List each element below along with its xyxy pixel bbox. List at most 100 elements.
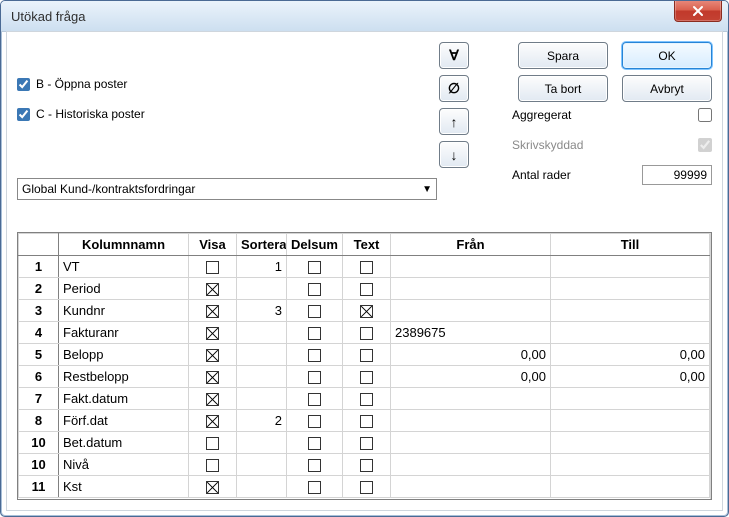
query-combo[interactable]: Global Kund-/kontraktsfordringar ▼ [17, 178, 437, 200]
cell-name[interactable]: Förf.dat [59, 410, 189, 432]
table-row[interactable]: 2Period [19, 278, 710, 300]
cell-text[interactable] [343, 278, 391, 300]
check-historic-posts-box[interactable] [17, 108, 30, 121]
cell-from[interactable] [391, 410, 551, 432]
cell-name[interactable]: Kst [59, 476, 189, 498]
cell-from[interactable] [391, 432, 551, 454]
cell-name[interactable]: Period [59, 278, 189, 300]
header-to[interactable]: Till [551, 234, 710, 256]
grid-checkbox[interactable] [360, 261, 373, 274]
cell-sortera[interactable]: 3 [237, 300, 287, 322]
scroll-down-button[interactable]: ▼ [711, 482, 712, 499]
cell-visa[interactable] [189, 476, 237, 498]
grid-checkbox[interactable] [360, 327, 373, 340]
cell-from[interactable] [391, 300, 551, 322]
grid-checkbox[interactable] [206, 371, 219, 384]
check-historic-posts[interactable]: C - Historiska poster [17, 106, 145, 122]
select-all-button[interactable]: ∀ [439, 42, 469, 69]
cell-from[interactable] [391, 388, 551, 410]
cell-sortera[interactable] [237, 432, 287, 454]
grid-checkbox[interactable] [308, 459, 321, 472]
cell-to[interactable] [551, 278, 710, 300]
move-down-button[interactable]: ↓ [439, 141, 469, 168]
cell-delsum[interactable] [287, 300, 343, 322]
header-delsum[interactable]: Delsum [287, 234, 343, 256]
cell-to[interactable]: 0,00 [551, 366, 710, 388]
scroll-thumb[interactable] [711, 250, 712, 310]
row-number[interactable]: 2 [19, 278, 59, 300]
grid-checkbox[interactable] [308, 437, 321, 450]
cell-to[interactable] [551, 476, 710, 498]
grid-checkbox[interactable] [360, 459, 373, 472]
move-up-button[interactable]: ↑ [439, 108, 469, 135]
table-row[interactable]: 6Restbelopp0,000,00 [19, 366, 710, 388]
grid-checkbox[interactable] [360, 437, 373, 450]
cell-from[interactable]: 2389675 [391, 322, 551, 344]
grid-checkbox[interactable] [308, 481, 321, 494]
check-open-posts-box[interactable] [17, 78, 30, 91]
cell-to[interactable] [551, 454, 710, 476]
cell-from[interactable] [391, 476, 551, 498]
row-number[interactable]: 11 [19, 476, 59, 498]
grid-checkbox[interactable] [206, 283, 219, 296]
cell-sortera[interactable] [237, 344, 287, 366]
table-row[interactable]: 8Förf.dat2 [19, 410, 710, 432]
option-rowcount-input[interactable] [642, 165, 712, 185]
cell-visa[interactable] [189, 454, 237, 476]
grid-checkbox[interactable] [360, 283, 373, 296]
cell-delsum[interactable] [287, 344, 343, 366]
grid-checkbox[interactable] [206, 459, 219, 472]
cell-visa[interactable] [189, 432, 237, 454]
cell-sortera[interactable] [237, 388, 287, 410]
cell-delsum[interactable] [287, 432, 343, 454]
grid-checkbox[interactable] [308, 415, 321, 428]
ok-button[interactable]: OK [622, 42, 712, 69]
cell-sortera[interactable]: 2 [237, 410, 287, 432]
table-row[interactable]: 4Fakturanr2389675 [19, 322, 710, 344]
cell-sortera[interactable] [237, 454, 287, 476]
cell-delsum[interactable] [287, 278, 343, 300]
cell-name[interactable]: Bet.datum [59, 432, 189, 454]
grid-checkbox[interactable] [206, 415, 219, 428]
cell-to[interactable] [551, 410, 710, 432]
header-visa[interactable]: Visa [189, 234, 237, 256]
row-number[interactable]: 10 [19, 432, 59, 454]
cell-name[interactable]: Restbelopp [59, 366, 189, 388]
save-button[interactable]: Spara [518, 42, 608, 69]
cell-visa[interactable] [189, 278, 237, 300]
option-aggregate-check[interactable] [698, 108, 712, 122]
cell-name[interactable]: Fakt.datum [59, 388, 189, 410]
grid-checkbox[interactable] [206, 327, 219, 340]
cell-delsum[interactable] [287, 256, 343, 278]
row-number[interactable]: 5 [19, 344, 59, 366]
cell-delsum[interactable] [287, 454, 343, 476]
cell-text[interactable] [343, 388, 391, 410]
grid-checkbox[interactable] [206, 393, 219, 406]
cell-sortera[interactable] [237, 366, 287, 388]
cell-text[interactable] [343, 410, 391, 432]
grid-checkbox[interactable] [308, 327, 321, 340]
cell-from[interactable]: 0,00 [391, 366, 551, 388]
cell-from[interactable] [391, 256, 551, 278]
cell-text[interactable] [343, 454, 391, 476]
cell-text[interactable] [343, 256, 391, 278]
grid-checkbox[interactable] [206, 437, 219, 450]
select-none-button[interactable]: ∅ [439, 75, 469, 102]
header-text[interactable]: Text [343, 234, 391, 256]
grid-checkbox[interactable] [308, 371, 321, 384]
table-row[interactable]: 1VT1 [19, 256, 710, 278]
cell-visa[interactable] [189, 344, 237, 366]
grid-checkbox[interactable] [360, 393, 373, 406]
grid-checkbox[interactable] [308, 305, 321, 318]
cell-from[interactable]: 0,00 [391, 344, 551, 366]
cell-sortera[interactable] [237, 322, 287, 344]
row-number[interactable]: 10 [19, 454, 59, 476]
cell-delsum[interactable] [287, 410, 343, 432]
row-number[interactable]: 7 [19, 388, 59, 410]
cell-text[interactable] [343, 366, 391, 388]
grid-checkbox[interactable] [360, 371, 373, 384]
cell-delsum[interactable] [287, 366, 343, 388]
header-from[interactable]: Från [391, 234, 551, 256]
cell-sortera[interactable] [237, 476, 287, 498]
cell-text[interactable] [343, 300, 391, 322]
